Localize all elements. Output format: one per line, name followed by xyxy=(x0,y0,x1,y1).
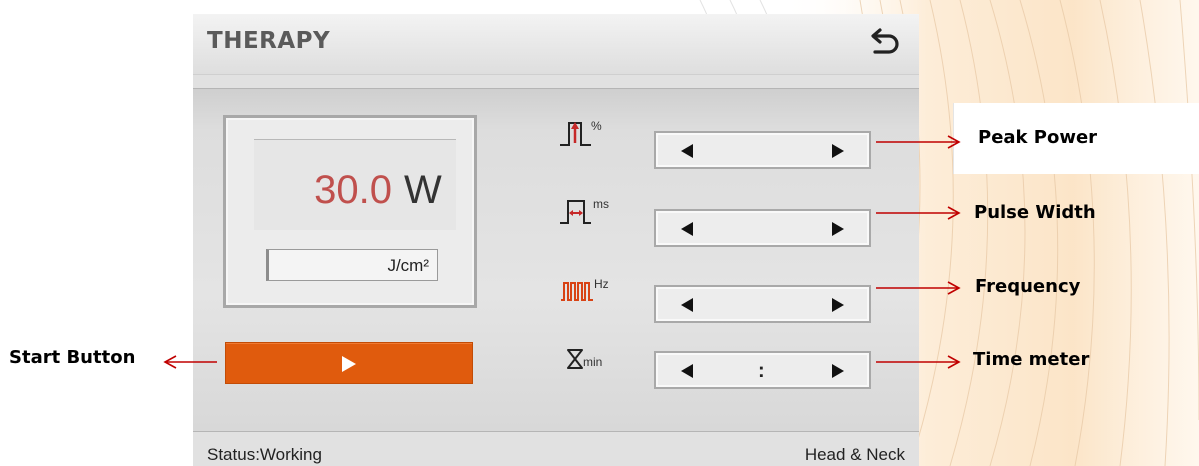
hourglass-icon xyxy=(567,349,583,369)
pulse-width-annotation: Pulse Width xyxy=(974,202,1096,223)
page-title: THERAPY xyxy=(207,28,331,54)
power-display-box: 30.0 W J/cm² xyxy=(223,115,477,308)
back-arrow-icon xyxy=(871,28,899,54)
energy-density-field[interactable]: J/cm² xyxy=(266,249,438,281)
increase-arrow-icon[interactable] xyxy=(831,298,845,312)
decrease-arrow-icon[interactable] xyxy=(680,144,694,158)
time-unit: min xyxy=(583,355,603,369)
increase-arrow-icon[interactable] xyxy=(831,364,845,378)
peak-power-unit: % xyxy=(591,119,602,133)
frequency-unit: Hz xyxy=(594,277,609,291)
power-value: 30.0 xyxy=(314,168,392,212)
start-button-annotation: Start Button xyxy=(9,347,136,368)
time-meter-annotation: Time meter xyxy=(973,349,1090,370)
pulse-width-unit: ms xyxy=(593,197,609,211)
peak-power-control xyxy=(654,131,871,169)
decrease-arrow-icon[interactable] xyxy=(680,298,694,312)
decrease-arrow-icon[interactable] xyxy=(680,364,694,378)
time-separator: : xyxy=(758,360,765,382)
control-area: 30.0 W J/cm² % ms Hz min: xyxy=(193,88,919,432)
status-text: Status:Working xyxy=(207,445,322,464)
frequency-control xyxy=(654,285,871,323)
peak-power-annotation: Peak Power xyxy=(978,127,1098,148)
frequency-icon xyxy=(561,282,593,301)
header-bar: THERAPY xyxy=(193,14,919,75)
therapy-screen: THERAPY 30.0 W J/cm² % ms Hz min: Statu… xyxy=(193,14,919,466)
increase-arrow-icon[interactable] xyxy=(831,222,845,236)
play-icon xyxy=(342,356,356,372)
status-bar: Status:Working Head & Neck xyxy=(193,442,919,466)
frequency-arrowhead xyxy=(947,281,961,295)
power-unit: W xyxy=(404,168,442,212)
treatment-mode: Head & Neck xyxy=(804,445,905,464)
start-button[interactable] xyxy=(225,342,473,384)
time-meter-arrowhead xyxy=(947,355,961,369)
decrease-arrow-icon[interactable] xyxy=(680,222,694,236)
power-readout: 30.0 W xyxy=(254,139,456,230)
pulse-width-control xyxy=(654,209,871,247)
back-button[interactable] xyxy=(867,26,903,62)
energy-unit-label: J/cm² xyxy=(387,256,429,275)
frequency-annotation: Frequency xyxy=(975,276,1081,297)
time-control: : xyxy=(654,351,871,389)
pulse-width-arrowhead xyxy=(947,206,961,220)
start-button-arrowhead xyxy=(163,355,177,369)
increase-arrow-icon[interactable] xyxy=(831,144,845,158)
